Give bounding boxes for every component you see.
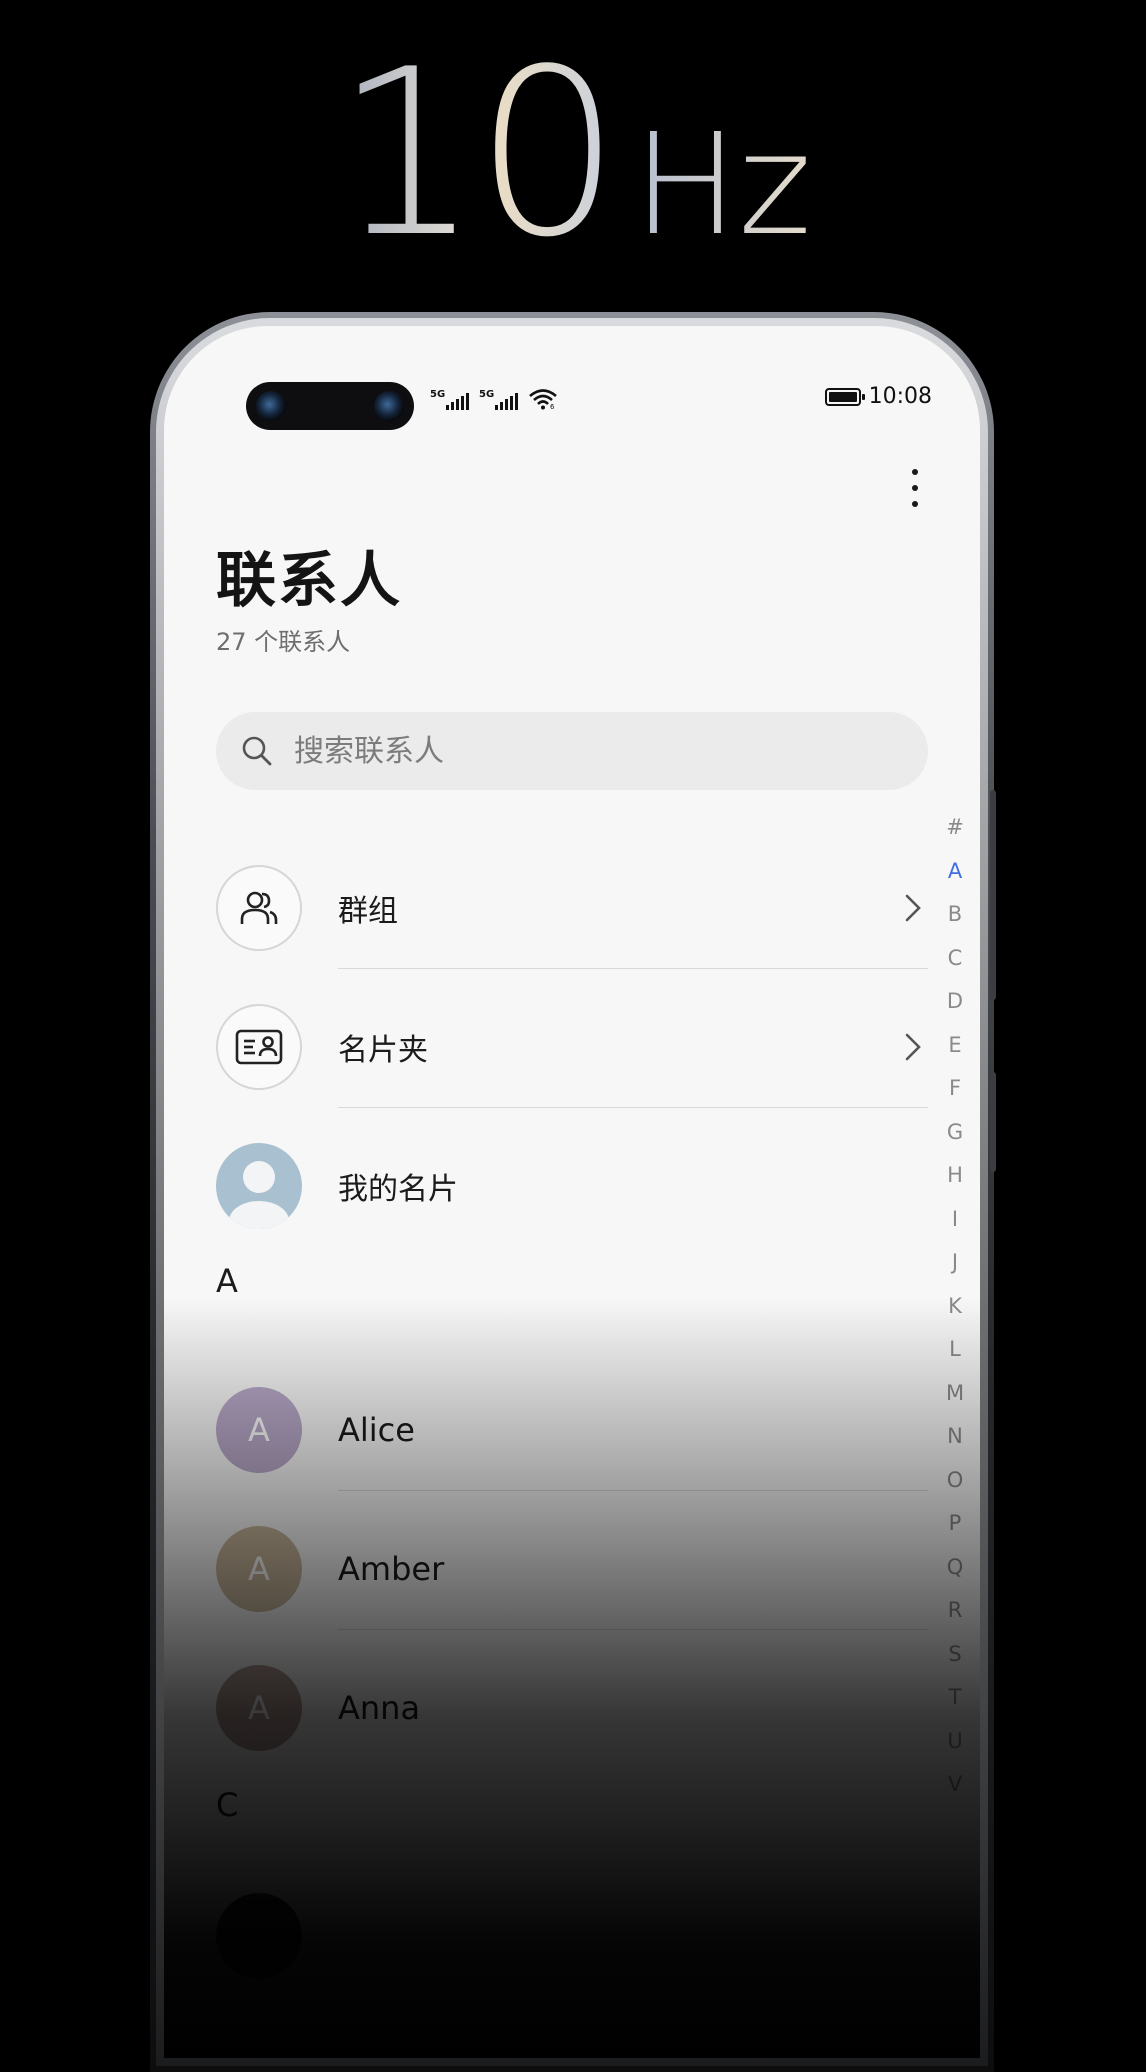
- section-header: C: [216, 1786, 239, 1824]
- index-letter[interactable]: #: [946, 806, 964, 850]
- status-bar-left: 5G 5G 6: [430, 388, 558, 410]
- contact-name: Amber: [338, 1550, 445, 1588]
- camera-lens-icon: [374, 391, 404, 421]
- page-title: 联系人: [216, 546, 402, 616]
- battery-icon: [824, 387, 865, 406]
- hero-unit: Hz: [632, 104, 812, 267]
- index-letter[interactable]: B: [948, 893, 962, 937]
- index-letter[interactable]: E: [948, 1024, 961, 1068]
- index-letter[interactable]: K: [948, 1285, 962, 1329]
- contact-avatar: A: [216, 1665, 302, 1751]
- index-letter[interactable]: I: [952, 1198, 958, 1242]
- business-card-icon: [216, 1004, 302, 1090]
- front-camera: [246, 382, 414, 430]
- index-letter[interactable]: F: [949, 1067, 961, 1111]
- index-letter-active[interactable]: A: [948, 850, 962, 894]
- network-type-label: 5G: [479, 389, 495, 400]
- index-letter[interactable]: S: [948, 1633, 961, 1677]
- index-letter[interactable]: T: [949, 1676, 962, 1720]
- my-card-label: 我的名片: [338, 1172, 458, 1207]
- contact-avatar: [216, 1893, 302, 1979]
- divider: [338, 1107, 928, 1108]
- signal-icon: 5G: [479, 389, 518, 410]
- business-cards-label: 名片夹: [338, 1033, 428, 1068]
- svg-text:6: 6: [550, 403, 555, 410]
- index-letter[interactable]: P: [949, 1502, 962, 1546]
- contact-avatar: A: [216, 1387, 302, 1473]
- index-letter[interactable]: Q: [947, 1546, 964, 1590]
- camera-lens-icon: [256, 391, 286, 421]
- divider: [338, 968, 928, 969]
- group-icon: [216, 865, 302, 951]
- contact-row[interactable]: A Amber: [216, 1509, 928, 1629]
- phone-frame: 5G 5G 6 10:08 联系人 27 个联系人 搜索联系人 群组 名片夹 我…: [150, 312, 994, 2072]
- index-letter[interactable]: J: [952, 1241, 958, 1285]
- chevron-right-icon: [905, 894, 921, 922]
- contact-name: Alice: [338, 1411, 415, 1449]
- section-header: A: [216, 1262, 238, 1300]
- contact-count: 27 个联系人: [216, 628, 351, 656]
- groups-row[interactable]: 群组: [216, 848, 928, 968]
- search-bar[interactable]: [216, 712, 928, 790]
- business-cards-row[interactable]: 名片夹: [216, 987, 928, 1107]
- search-input[interactable]: [292, 732, 896, 770]
- index-letter[interactable]: U: [947, 1720, 962, 1764]
- divider: [338, 1490, 928, 1491]
- groups-label: 群组: [338, 894, 398, 929]
- chevron-right-icon: [905, 1033, 921, 1061]
- index-letter[interactable]: R: [948, 1589, 963, 1633]
- power-button: [990, 1072, 996, 1172]
- index-letter[interactable]: H: [947, 1154, 963, 1198]
- alphabet-index[interactable]: # A B C D E F G H I J K L M N O P Q R S: [940, 806, 970, 1807]
- hero-heading: 10 Hz: [0, 30, 1146, 270]
- contacts-screen: 5G 5G 6 10:08 联系人 27 个联系人 搜索联系人 群组 名片夹 我…: [164, 326, 980, 2058]
- status-clock: 10:08: [868, 384, 932, 409]
- index-letter[interactable]: V: [948, 1763, 962, 1807]
- index-letter[interactable]: G: [947, 1111, 963, 1155]
- contact-avatar: A: [216, 1526, 302, 1612]
- index-letter[interactable]: C: [948, 937, 963, 981]
- divider: [338, 1629, 928, 1630]
- status-bar-right: 10:08: [824, 384, 932, 409]
- network-type-label: 5G: [430, 389, 446, 400]
- contact-name: Anna: [338, 1689, 421, 1727]
- search-icon: [242, 736, 272, 766]
- signal-icon: 5G: [430, 389, 469, 410]
- more-options-button[interactable]: [900, 458, 930, 518]
- my-card-row[interactable]: 我的名片: [216, 1126, 928, 1246]
- wifi-icon: 6: [529, 389, 557, 410]
- contact-row[interactable]: [216, 1876, 928, 1996]
- index-letter[interactable]: D: [947, 980, 963, 1024]
- index-letter[interactable]: O: [947, 1459, 964, 1503]
- contact-row[interactable]: A Anna: [216, 1648, 928, 1768]
- contact-row[interactable]: A Alice: [216, 1370, 928, 1490]
- index-letter[interactable]: M: [946, 1372, 964, 1416]
- index-letter[interactable]: N: [947, 1415, 963, 1459]
- avatar: [216, 1143, 302, 1229]
- volume-button: [990, 790, 996, 1000]
- hero-number: 10: [334, 21, 621, 288]
- index-letter[interactable]: L: [949, 1328, 961, 1372]
